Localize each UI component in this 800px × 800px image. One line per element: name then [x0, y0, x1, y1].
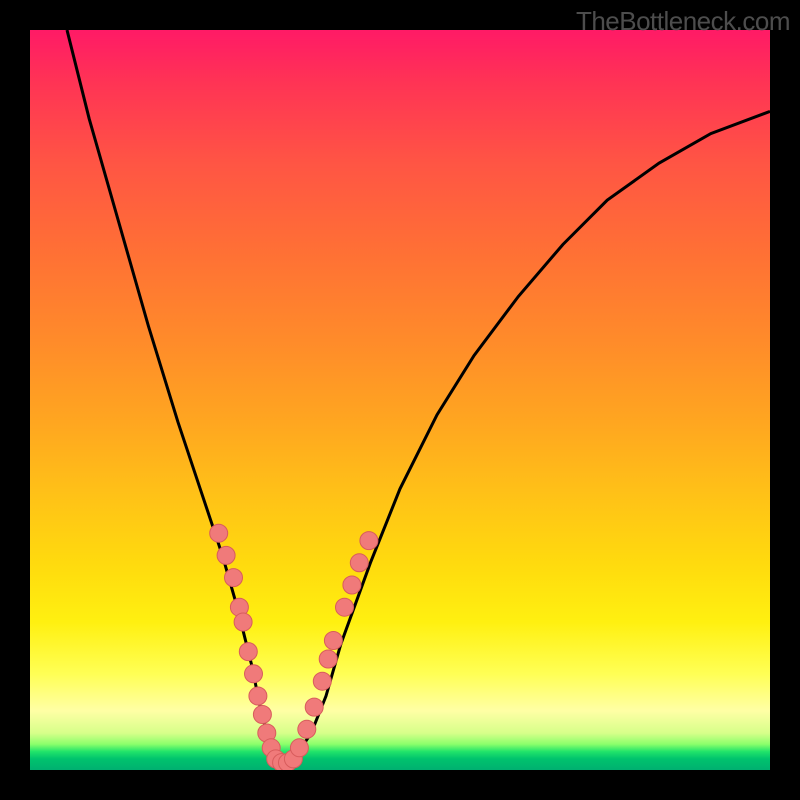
curve-marker: [305, 698, 323, 716]
curve-marker: [298, 720, 316, 738]
curve-marker: [343, 576, 361, 594]
curve-marker: [253, 706, 271, 724]
bottleneck-curve: [67, 30, 770, 763]
curve-marker: [217, 546, 235, 564]
watermark-text: TheBottleneck.com: [576, 6, 790, 37]
curve-marker: [210, 524, 228, 542]
curve-markers: [210, 524, 378, 770]
curve-marker: [350, 554, 368, 572]
curve-marker: [239, 643, 257, 661]
curve-marker: [336, 598, 354, 616]
curve-marker: [360, 532, 378, 550]
curve-marker: [319, 650, 337, 668]
curve-marker: [245, 665, 263, 683]
curve-marker: [290, 739, 308, 757]
chart-frame: TheBottleneck.com: [0, 0, 800, 800]
curve-marker: [249, 687, 267, 705]
curve-marker: [225, 569, 243, 587]
curve-marker: [234, 613, 252, 631]
curve-marker: [324, 632, 342, 650]
plot-area: [30, 30, 770, 770]
chart-svg: [30, 30, 770, 770]
curve-marker: [313, 672, 331, 690]
